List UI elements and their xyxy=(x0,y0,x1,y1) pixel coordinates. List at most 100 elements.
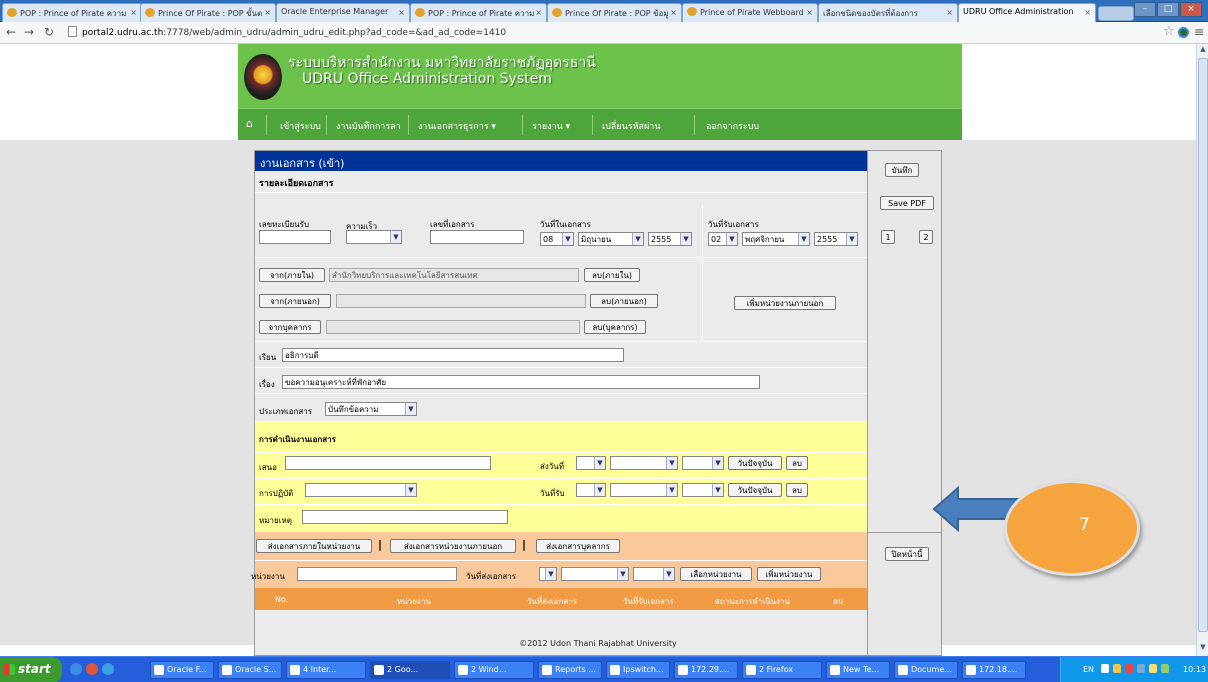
browser-tab[interactable]: Prince Of Pirate : POP ขั้นต × xyxy=(140,3,276,22)
home-icon[interactable]: ⌂ xyxy=(246,117,253,130)
close-icon[interactable]: × xyxy=(130,8,137,17)
tray-icon[interactable] xyxy=(1149,664,1157,673)
close-window-icon[interactable]: × xyxy=(1180,2,1202,17)
page-scrollbar[interactable]: ▲ ▼ xyxy=(1196,44,1208,656)
ie-icon[interactable] xyxy=(102,663,114,675)
close-icon[interactable]: × xyxy=(535,8,542,17)
send-internal-button[interactable]: ส่งเอกสารภายในหน่วยงาน xyxy=(256,539,372,553)
browser-tab-active[interactable]: UDRU Office Administration × xyxy=(958,3,1096,23)
extension-icon[interactable] xyxy=(1178,27,1189,38)
send-external-button[interactable]: ส่งเอกสารหน่วยงานภายนอก xyxy=(390,539,516,553)
select-unit-button[interactable]: เลือกหน่วยงาน xyxy=(680,567,752,581)
doctype-select[interactable]: บันทึกข้อความ ▼ xyxy=(325,402,417,416)
ie-icon[interactable] xyxy=(70,663,82,675)
taskbar-item[interactable]: Ipswitch... xyxy=(606,661,670,679)
browser-tab[interactable]: POP : Prince of Pirate ความ × xyxy=(2,3,142,22)
taskbar-item[interactable]: Oracle S... xyxy=(218,661,282,679)
close-icon[interactable]: × xyxy=(946,8,953,17)
to-input[interactable]: อธิการบดี xyxy=(282,348,624,362)
from-person-field[interactable] xyxy=(326,320,580,334)
send-month-select[interactable]: ▼ xyxy=(610,456,678,470)
scroll-up-icon[interactable]: ▲ xyxy=(1198,45,1208,57)
nav-documents[interactable]: งานเอกสารธุรการ ▾ xyxy=(418,119,496,133)
send-day-select[interactable]: ▼ xyxy=(576,456,606,470)
taskbar-item[interactable]: 172.18.... xyxy=(962,661,1026,679)
scroll-down-icon[interactable]: ▼ xyxy=(1198,643,1208,655)
close-icon[interactable]: × xyxy=(670,8,677,17)
taskbar-item[interactable]: 4 Inter... xyxy=(286,661,366,679)
tray-icon[interactable] xyxy=(1101,664,1109,673)
dispatch-month-select[interactable]: ▼ xyxy=(561,567,629,581)
send-person-button[interactable]: ส่งเอกสารบุคลากร xyxy=(536,539,620,553)
taskbar-item[interactable]: 2 Firefox xyxy=(742,661,822,679)
close-icon[interactable]: × xyxy=(806,8,813,17)
close-icon[interactable]: × xyxy=(1084,8,1091,17)
close-page-button[interactable]: ปิดหน้านี้ xyxy=(885,547,929,561)
reg-no-input[interactable] xyxy=(259,230,331,244)
subject-input[interactable]: ขอความอนุเคราะห์ที่พักอาศัย xyxy=(282,375,760,389)
close-icon[interactable]: × xyxy=(264,8,271,17)
save-button[interactable]: บันทึก xyxy=(885,163,919,177)
from-internal-field[interactable]: สำนักวิทยบริการและเทคโนโลยีสารสนเทศ xyxy=(329,268,579,282)
recv-date-year[interactable]: 2555 ▼ xyxy=(814,232,858,246)
volume-icon[interactable] xyxy=(1161,664,1169,673)
scrollbar-thumb[interactable] xyxy=(1198,58,1208,632)
nav-leave[interactable]: งานบันทึกการลา xyxy=(336,119,401,133)
page-2-button[interactable]: 2 xyxy=(919,230,933,244)
doc-no-input[interactable] xyxy=(430,230,524,244)
dispatch-day-select[interactable]: ▼ xyxy=(539,567,557,581)
delete-person-button[interactable]: ลบ(บุคลากร) xyxy=(584,320,646,334)
send-date-delete-button[interactable]: ลบ xyxy=(786,456,808,470)
recv-today-button[interactable]: วันปัจจุบัน xyxy=(728,483,782,497)
maximize-icon[interactable]: □ xyxy=(1157,2,1179,17)
taskbar-item[interactable]: Docume... xyxy=(894,661,958,679)
nav-logout[interactable]: ออกจากระบบ xyxy=(706,119,759,133)
action-select[interactable]: ▼ xyxy=(305,483,417,497)
taskbar-item[interactable]: 2 Wind... xyxy=(454,661,534,679)
from-internal-button[interactable]: จาก(ภายใน) xyxy=(259,268,325,282)
delete-internal-button[interactable]: ลบ(ภายใน) xyxy=(584,268,640,282)
dispatch-unit-input[interactable] xyxy=(297,567,457,581)
reload-icon[interactable]: ↻ xyxy=(44,25,54,39)
send-year-select[interactable]: ▼ xyxy=(682,456,724,470)
language-indicator[interactable]: EN xyxy=(1083,665,1094,674)
new-tab-button[interactable] xyxy=(1098,6,1134,21)
send-today-button[interactable]: วันปัจจุบัน xyxy=(728,456,782,470)
speed-select[interactable]: ▼ xyxy=(346,230,402,244)
recv-date-day[interactable]: 02 ▼ xyxy=(708,232,738,246)
recv-year-select[interactable]: ▼ xyxy=(682,483,724,497)
save-pdf-button[interactable]: Save PDF xyxy=(880,196,934,210)
back-icon[interactable]: ← xyxy=(6,25,16,39)
forward-icon[interactable]: → xyxy=(24,25,34,39)
add-unit-button[interactable]: เพิ่มหน่วยงาน xyxy=(757,567,821,581)
close-icon[interactable]: × xyxy=(398,8,405,17)
menu-icon[interactable]: ≡ xyxy=(1194,25,1204,39)
recv-date-delete-button[interactable]: ลบ xyxy=(786,483,808,497)
doc-date-day[interactable]: 08 ▼ xyxy=(540,232,574,246)
from-person-button[interactable]: จากบุคลากร xyxy=(259,320,321,334)
minimize-icon[interactable]: – xyxy=(1134,2,1156,17)
recv-day-select[interactable]: ▼ xyxy=(576,483,606,497)
from-external-field[interactable] xyxy=(336,294,586,308)
recv-month-select[interactable]: ▼ xyxy=(610,483,678,497)
note-input[interactable] xyxy=(302,510,508,524)
taskbar-item[interactable]: Reports ... xyxy=(538,661,602,679)
nav-change-password[interactable]: เปลี่ยนรหัสผ่าน xyxy=(602,119,660,133)
browser-tab[interactable]: Prince Of Pirate : POP ข้อมู × xyxy=(547,3,682,22)
tray-icon[interactable] xyxy=(1137,664,1145,673)
tray-icon[interactable] xyxy=(1113,664,1121,673)
browser-tab[interactable]: Oracle Enterprise Manager × xyxy=(276,3,410,22)
browser-tab[interactable]: POP : Prince of Pirate ความ × xyxy=(410,3,547,22)
from-external-button[interactable]: จาก(ภายนอก) xyxy=(259,294,331,308)
delete-external-button[interactable]: ลบ(ภายนอก) xyxy=(590,294,658,308)
nav-reports[interactable]: รายงาน ▾ xyxy=(532,119,570,133)
page-1-button[interactable]: 1 xyxy=(881,230,895,244)
nav-login[interactable]: เข้าสู่ระบบ xyxy=(280,119,321,133)
dispatch-year-select[interactable]: ▼ xyxy=(633,567,675,581)
recv-date-month[interactable]: พฤศจิกายน ▼ xyxy=(742,232,810,246)
taskbar-item[interactable]: 172.29.... xyxy=(674,661,738,679)
taskbar-item[interactable]: New Te... xyxy=(826,661,890,679)
url-input[interactable]: portal2.udru.ac.th:7778/web/admin_udru/a… xyxy=(68,25,1118,41)
star-icon[interactable]: ☆ xyxy=(1163,24,1175,39)
browser-tab[interactable]: Prince of Pirate Webboard × xyxy=(682,3,818,22)
